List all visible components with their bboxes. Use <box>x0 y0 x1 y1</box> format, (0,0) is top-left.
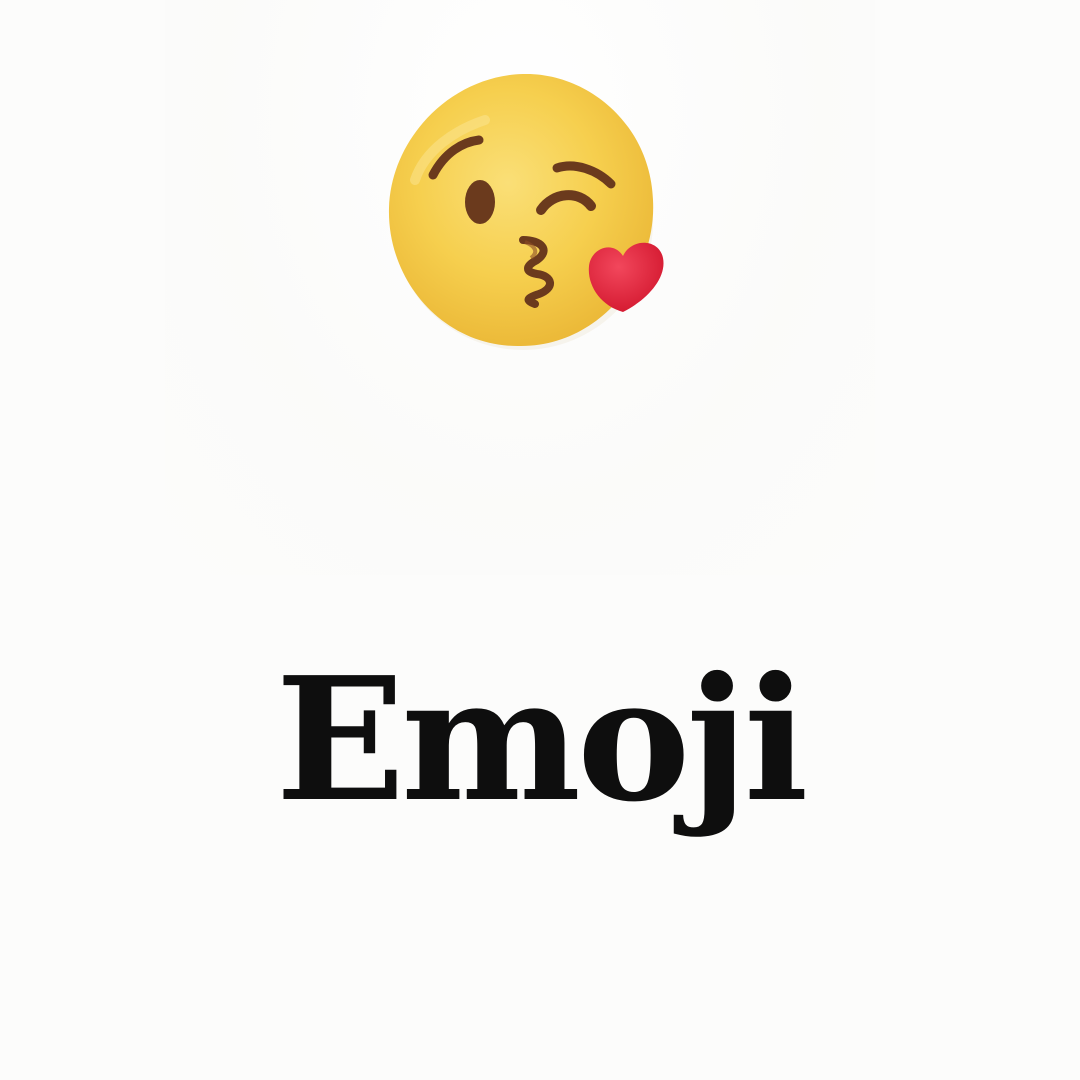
page-title: Emoji <box>275 640 809 840</box>
canvas: Emoji <box>0 0 1080 1080</box>
face-blowing-a-kiss-icon <box>375 60 685 370</box>
left-eye <box>465 180 495 224</box>
